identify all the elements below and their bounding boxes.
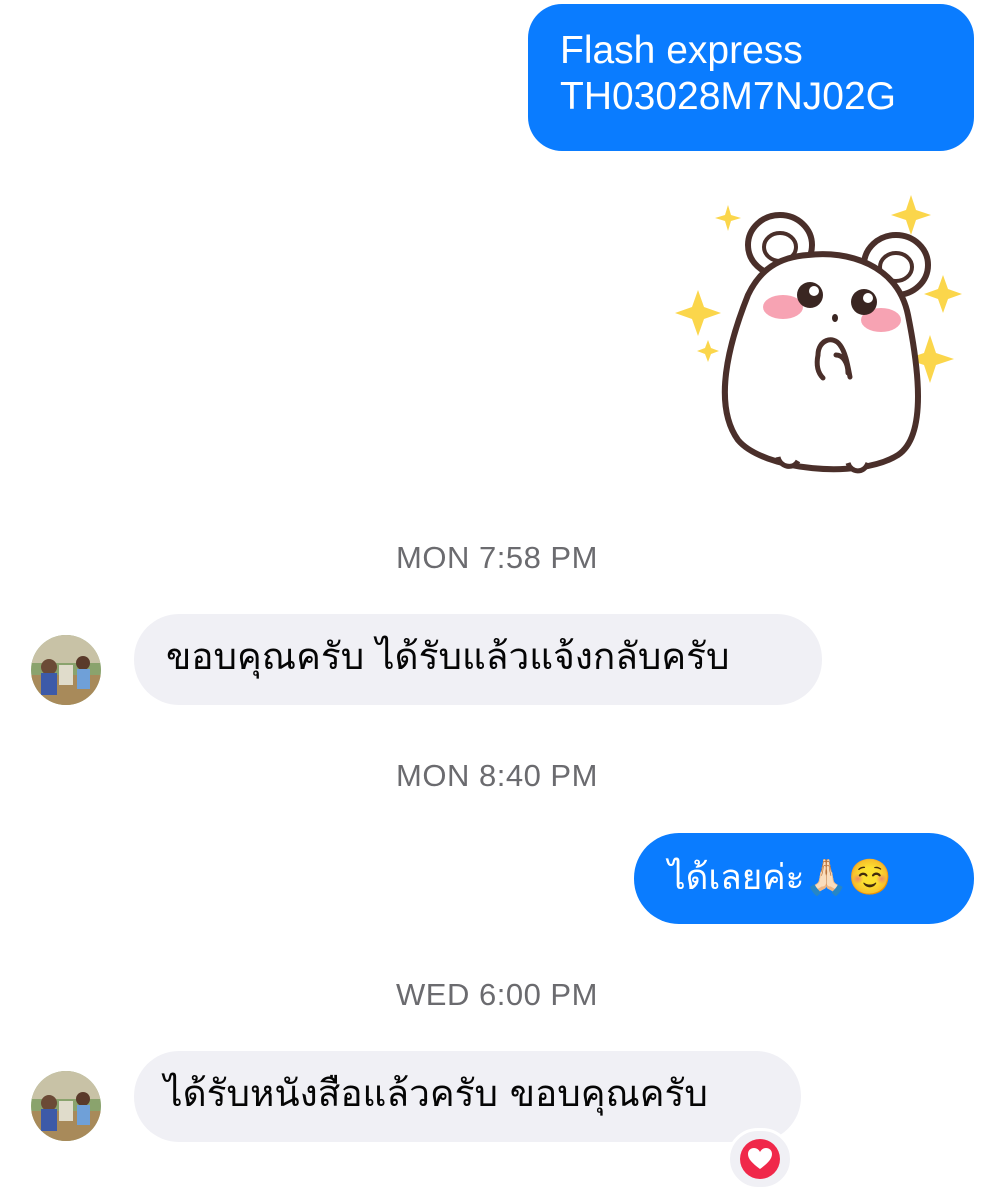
timestamp: MON 8:40 PM (396, 758, 598, 793)
message-text: ขอบคุณครับ ได้รับแล้วแจ้งกลับครับ (166, 635, 730, 678)
incoming-message-bubble[interactable]: ได้รับหนังสือแล้วครับ ขอบคุณครับ (134, 1051, 801, 1142)
avatar[interactable] (31, 1071, 101, 1141)
timestamp: MON 7:58 PM (396, 540, 598, 575)
message-line: TH03028M7NJ02G (560, 75, 896, 118)
outgoing-message-bubble[interactable]: ได้เลยค่ะ🙏🏻☺️ (634, 833, 974, 924)
avatar[interactable] (31, 635, 101, 705)
incoming-message-bubble[interactable]: ขอบคุณครับ ได้รับแล้วแจ้งกลับครับ (134, 614, 822, 705)
message-text: ได้รับหนังสือแล้วครับ ขอบคุณครับ (164, 1072, 708, 1115)
outgoing-message-bubble[interactable]: Flash express TH03028M7NJ02G (528, 4, 974, 151)
heart-icon (740, 1139, 780, 1179)
hamster-sparkles-sticker[interactable] (668, 195, 968, 480)
message-text: ได้เลยค่ะ🙏🏻☺️ (668, 858, 892, 898)
heart-reaction-badge[interactable] (727, 1128, 793, 1190)
message-line: Flash express (560, 29, 803, 72)
timestamp: WED 6:00 PM (396, 977, 598, 1012)
